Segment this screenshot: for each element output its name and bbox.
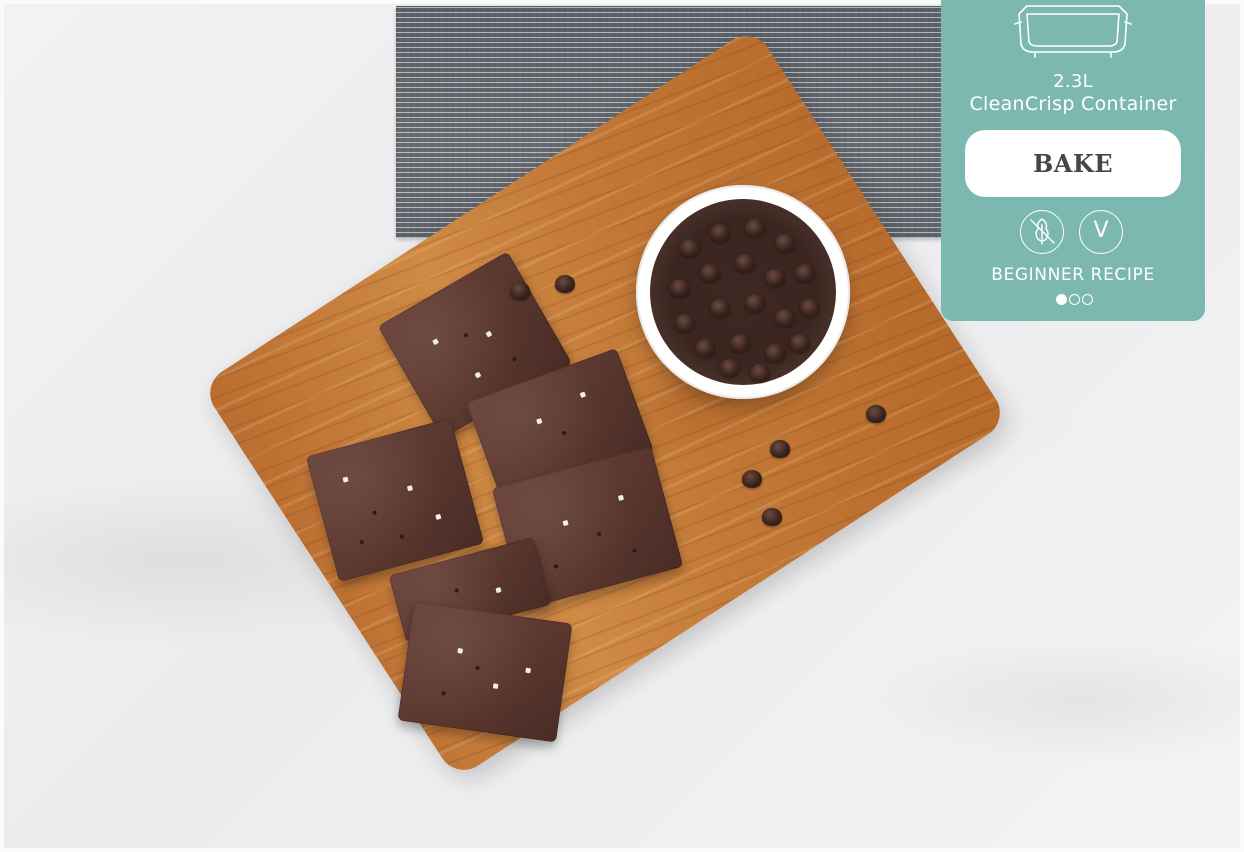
chocolate-chips-pile: [650, 199, 836, 385]
chocolate-bar-6: [397, 601, 573, 743]
container-capacity: 2.3L: [1053, 71, 1093, 92]
bake-function-button[interactable]: BAKE: [965, 130, 1181, 197]
vegetarian-icon: V: [1079, 210, 1123, 254]
recipe-hero-photo: 2.3L CleanCrisp Container BAKE V BEGINNE…: [0, 0, 1244, 852]
loose-chocolate-chip: [510, 282, 530, 300]
recipe-info-card: 2.3L CleanCrisp Container BAKE V BEGINNE…: [941, 0, 1205, 321]
chocolate-chip-bowl: [636, 185, 850, 399]
loose-chocolate-chip: [866, 405, 886, 423]
container-icon: [1014, 5, 1132, 58]
loose-chocolate-chip: [742, 470, 762, 488]
difficulty-indicator: [1047, 289, 1101, 305]
gluten-free-icon: [1020, 210, 1064, 254]
loose-chocolate-chip: [762, 508, 782, 526]
loose-chocolate-chip: [770, 440, 790, 458]
difficulty-label: BEGINNER RECIPE: [991, 265, 1155, 285]
difficulty-dot-empty: [1081, 294, 1093, 305]
loose-chocolate-chip: [555, 275, 575, 293]
difficulty-dot-filled: [1055, 294, 1067, 305]
difficulty-dot-empty: [1068, 294, 1080, 305]
container-name: CleanCrisp Container: [969, 93, 1177, 115]
